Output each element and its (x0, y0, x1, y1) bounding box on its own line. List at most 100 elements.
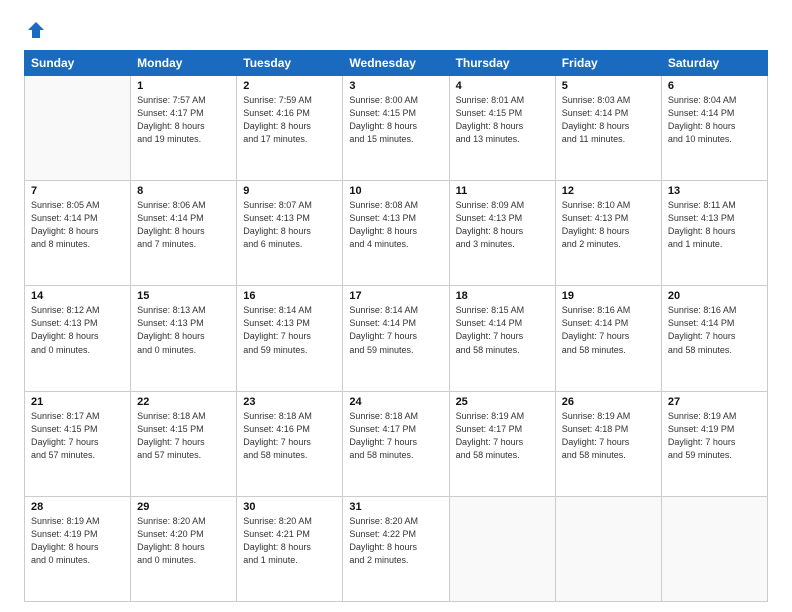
day-cell: 26 Sunrise: 8:19 AMSunset: 4:18 PMDayligh… (555, 391, 661, 496)
day-cell: 29 Sunrise: 8:20 AMSunset: 4:20 PMDayligh… (131, 496, 237, 601)
header-thursday: Thursday (449, 51, 555, 76)
day-cell (449, 496, 555, 601)
day-info: Sunrise: 8:03 AMSunset: 4:14 PMDaylight:… (562, 94, 655, 146)
day-info: Sunrise: 8:17 AMSunset: 4:15 PMDaylight:… (31, 410, 124, 462)
page: SundayMondayTuesdayWednesdayThursdayFrid… (0, 0, 792, 612)
day-number: 6 (668, 80, 761, 92)
day-cell: 10 Sunrise: 8:08 AMSunset: 4:13 PMDayligh… (343, 181, 449, 286)
day-info: Sunrise: 8:14 AMSunset: 4:14 PMDaylight:… (349, 304, 442, 356)
day-info: Sunrise: 8:19 AMSunset: 4:18 PMDaylight:… (562, 410, 655, 462)
day-number: 16 (243, 290, 336, 302)
calendar-header-row: SundayMondayTuesdayWednesdayThursdayFrid… (25, 51, 768, 76)
day-cell (661, 496, 767, 601)
day-cell: 4 Sunrise: 8:01 AMSunset: 4:15 PMDaylight… (449, 76, 555, 181)
day-cell: 24Sunrise: 8:18 AMSunset: 4:17 PMDayligh… (343, 391, 449, 496)
day-info: Sunrise: 8:10 AMSunset: 4:13 PMDaylight:… (562, 199, 655, 251)
day-number: 22 (137, 396, 230, 408)
logo (24, 20, 46, 40)
day-number: 7 (31, 185, 124, 197)
header-friday: Friday (555, 51, 661, 76)
day-info: Sunrise: 8:19 AMSunset: 4:17 PMDaylight:… (456, 410, 549, 462)
week-row-2: 7 Sunrise: 8:05 AMSunset: 4:14 PMDaylight… (25, 181, 768, 286)
day-cell: 20 Sunrise: 8:16 AMSunset: 4:14 PMDayligh… (661, 286, 767, 391)
header-sunday: Sunday (25, 51, 131, 76)
day-cell: 8Sunrise: 8:06 AMSunset: 4:14 PMDaylight… (131, 181, 237, 286)
day-info: Sunrise: 8:00 AMSunset: 4:15 PMDaylight:… (349, 94, 442, 146)
day-cell: 21 Sunrise: 8:17 AMSunset: 4:15 PMDayligh… (25, 391, 131, 496)
day-cell: 13Sunrise: 8:11 AMSunset: 4:13 PMDayligh… (661, 181, 767, 286)
day-info: Sunrise: 8:06 AMSunset: 4:14 PMDaylight:… (137, 199, 230, 251)
header-tuesday: Tuesday (237, 51, 343, 76)
day-number: 31 (349, 501, 442, 513)
day-cell: 5 Sunrise: 8:03 AMSunset: 4:14 PMDaylight… (555, 76, 661, 181)
day-cell: 3 Sunrise: 8:00 AMSunset: 4:15 PMDaylight… (343, 76, 449, 181)
day-cell: 30Sunrise: 8:20 AMSunset: 4:21 PMDayligh… (237, 496, 343, 601)
day-info: Sunrise: 8:16 AMSunset: 4:14 PMDaylight:… (668, 304, 761, 356)
day-number: 2 (243, 80, 336, 92)
day-number: 10 (349, 185, 442, 197)
day-info: Sunrise: 8:12 AMSunset: 4:13 PMDaylight:… (31, 304, 124, 356)
day-cell: 6 Sunrise: 8:04 AMSunset: 4:14 PMDaylight… (661, 76, 767, 181)
day-info: Sunrise: 8:05 AMSunset: 4:14 PMDaylight:… (31, 199, 124, 251)
day-cell: 25 Sunrise: 8:19 AMSunset: 4:17 PMDayligh… (449, 391, 555, 496)
header-wednesday: Wednesday (343, 51, 449, 76)
day-number: 20 (668, 290, 761, 302)
day-cell (25, 76, 131, 181)
day-cell: 27 Sunrise: 8:19 AMSunset: 4:19 PMDayligh… (661, 391, 767, 496)
day-info: Sunrise: 8:20 AMSunset: 4:21 PMDaylight:… (243, 515, 336, 567)
day-number: 4 (456, 80, 549, 92)
day-cell: 31 Sunrise: 8:20 AMSunset: 4:22 PMDayligh… (343, 496, 449, 601)
day-cell: 9 Sunrise: 8:07 AMSunset: 4:13 PMDaylight… (237, 181, 343, 286)
day-info: Sunrise: 8:13 AMSunset: 4:13 PMDaylight:… (137, 304, 230, 356)
day-info: Sunrise: 8:01 AMSunset: 4:15 PMDaylight:… (456, 94, 549, 146)
header-monday: Monday (131, 51, 237, 76)
header (24, 20, 768, 40)
header-saturday: Saturday (661, 51, 767, 76)
day-cell: 11Sunrise: 8:09 AMSunset: 4:13 PMDayligh… (449, 181, 555, 286)
day-cell: 22Sunrise: 8:18 AMSunset: 4:15 PMDayligh… (131, 391, 237, 496)
day-info: Sunrise: 8:20 AMSunset: 4:20 PMDaylight:… (137, 515, 230, 567)
day-number: 17 (349, 290, 442, 302)
day-info: Sunrise: 8:20 AMSunset: 4:22 PMDaylight:… (349, 515, 442, 567)
day-cell: 18 Sunrise: 8:15 AMSunset: 4:14 PMDayligh… (449, 286, 555, 391)
week-row-3: 14Sunrise: 8:12 AMSunset: 4:13 PMDayligh… (25, 286, 768, 391)
day-cell: 17 Sunrise: 8:14 AMSunset: 4:14 PMDayligh… (343, 286, 449, 391)
day-cell: 28Sunrise: 8:19 AMSunset: 4:19 PMDayligh… (25, 496, 131, 601)
week-row-5: 28Sunrise: 8:19 AMSunset: 4:19 PMDayligh… (25, 496, 768, 601)
day-number: 29 (137, 501, 230, 513)
day-number: 27 (668, 396, 761, 408)
day-info: Sunrise: 8:04 AMSunset: 4:14 PMDaylight:… (668, 94, 761, 146)
day-info: Sunrise: 7:59 AMSunset: 4:16 PMDaylight:… (243, 94, 336, 146)
day-number: 9 (243, 185, 336, 197)
day-number: 18 (456, 290, 549, 302)
day-number: 5 (562, 80, 655, 92)
day-number: 21 (31, 396, 124, 408)
day-cell: 1Sunrise: 7:57 AMSunset: 4:17 PMDaylight… (131, 76, 237, 181)
day-info: Sunrise: 8:08 AMSunset: 4:13 PMDaylight:… (349, 199, 442, 251)
day-info: Sunrise: 8:19 AMSunset: 4:19 PMDaylight:… (31, 515, 124, 567)
day-cell: 16 Sunrise: 8:14 AMSunset: 4:13 PMDayligh… (237, 286, 343, 391)
day-cell: 14Sunrise: 8:12 AMSunset: 4:13 PMDayligh… (25, 286, 131, 391)
day-number: 15 (137, 290, 230, 302)
day-info: Sunrise: 8:16 AMSunset: 4:14 PMDaylight:… (562, 304, 655, 356)
day-number: 23 (243, 396, 336, 408)
week-row-4: 21 Sunrise: 8:17 AMSunset: 4:15 PMDayligh… (25, 391, 768, 496)
day-cell: 12 Sunrise: 8:10 AMSunset: 4:13 PMDayligh… (555, 181, 661, 286)
day-number: 13 (668, 185, 761, 197)
calendar-table: SundayMondayTuesdayWednesdayThursdayFrid… (24, 50, 768, 602)
day-info: Sunrise: 8:18 AMSunset: 4:17 PMDaylight:… (349, 410, 442, 462)
day-info: Sunrise: 8:14 AMSunset: 4:13 PMDaylight:… (243, 304, 336, 356)
day-number: 1 (137, 80, 230, 92)
day-number: 25 (456, 396, 549, 408)
day-info: Sunrise: 8:07 AMSunset: 4:13 PMDaylight:… (243, 199, 336, 251)
day-cell: 7 Sunrise: 8:05 AMSunset: 4:14 PMDaylight… (25, 181, 131, 286)
day-cell: 23 Sunrise: 8:18 AMSunset: 4:16 PMDayligh… (237, 391, 343, 496)
day-cell: 2 Sunrise: 7:59 AMSunset: 4:16 PMDaylight… (237, 76, 343, 181)
day-cell (555, 496, 661, 601)
day-info: Sunrise: 8:18 AMSunset: 4:16 PMDaylight:… (243, 410, 336, 462)
day-info: Sunrise: 8:15 AMSunset: 4:14 PMDaylight:… (456, 304, 549, 356)
day-info: Sunrise: 8:19 AMSunset: 4:19 PMDaylight:… (668, 410, 761, 462)
day-number: 12 (562, 185, 655, 197)
day-number: 26 (562, 396, 655, 408)
day-number: 3 (349, 80, 442, 92)
